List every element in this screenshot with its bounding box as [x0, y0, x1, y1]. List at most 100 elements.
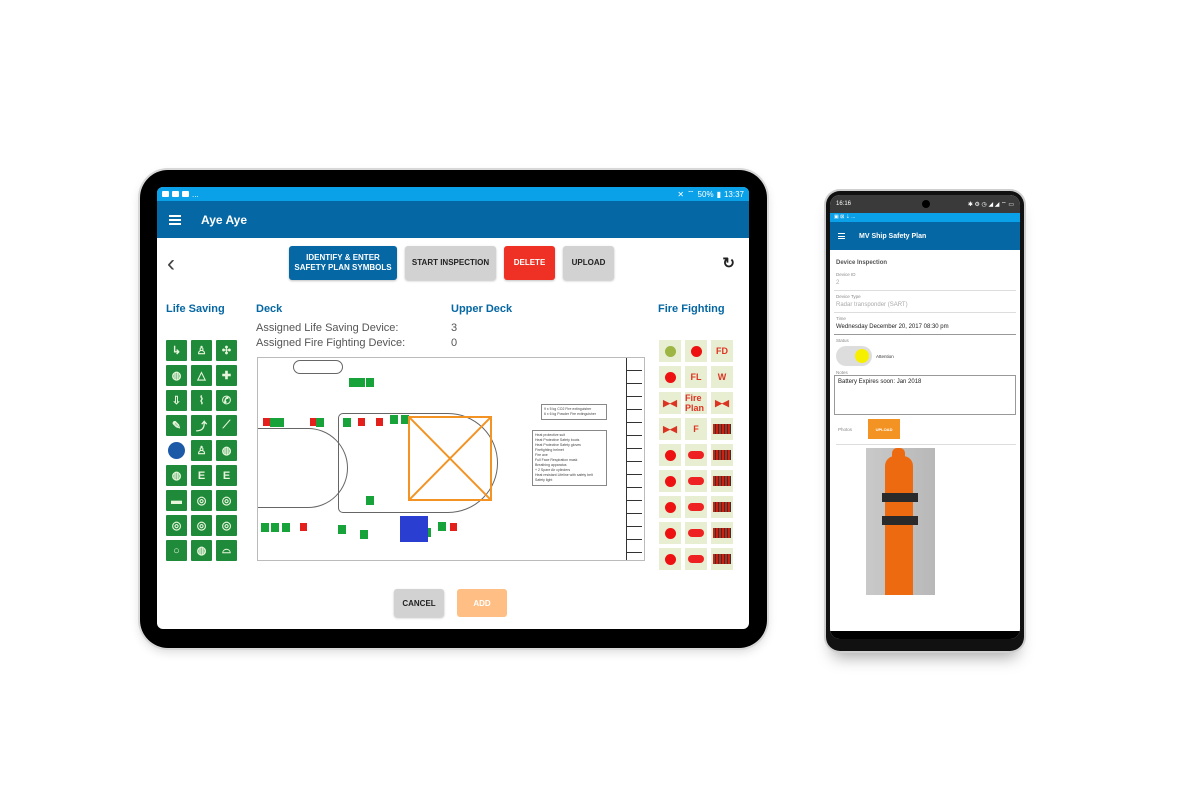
app-title: Aye Aye — [201, 212, 248, 227]
powder-wheeled-icon[interactable] — [685, 548, 707, 570]
lifebuoy-smoke-icon[interactable]: ◎ — [216, 490, 237, 511]
exit-e-right-icon[interactable]: E — [216, 465, 237, 486]
upload-button[interactable]: UPLOAD — [563, 246, 614, 280]
phone-app-bar: MV Ship Safety Plan — [830, 222, 1020, 250]
fire-detector-icon[interactable] — [659, 366, 681, 388]
time-field[interactable]: Wednesday December 20, 2017 08:30 pm — [834, 321, 1016, 335]
emergency-phone-icon[interactable]: ✆ — [216, 390, 237, 411]
upload-icon — [162, 191, 169, 197]
fire-plan-icon[interactable]: Fire Plan — [685, 392, 707, 414]
photos-label: Photos — [838, 426, 853, 432]
device-photo[interactable] — [866, 448, 935, 595]
nitrogen-battery-icon[interactable] — [711, 496, 733, 518]
device-type-field[interactable]: Radar transponder (SART) — [834, 299, 1016, 313]
selection-box[interactable] — [408, 416, 492, 501]
lifejacket-child-icon[interactable]: ◍ — [216, 440, 237, 461]
selected-device-marker[interactable] — [400, 516, 428, 542]
foam-extinguisher-icon[interactable] — [659, 470, 681, 492]
water-battery-icon[interactable] — [711, 548, 733, 570]
davit-liferaft-icon[interactable]: ⌓ — [216, 540, 237, 561]
liferaft-icon[interactable]: ▬ — [166, 490, 187, 511]
fire-fighting-heading: Fire Fighting — [658, 303, 725, 315]
water-valve-icon[interactable]: W — [711, 366, 733, 388]
lifejacket-alt-icon[interactable]: ◍ — [191, 540, 212, 561]
embarkation-ladder-icon[interactable]: ⇩ — [166, 390, 187, 411]
phone-notification-bar: ▣ ⊠ ⇣ ... — [830, 213, 1020, 222]
co2-battery-icon[interactable] — [711, 418, 733, 440]
nitrogen-extinguisher-icon[interactable] — [659, 522, 681, 544]
co2-extinguisher-icon[interactable] — [659, 444, 681, 466]
rescue-boat-icon[interactable]: △ — [191, 365, 212, 386]
halon-battery-icon[interactable] — [711, 470, 733, 492]
life-saving-palette: ↳ ♙ ✣ ◍ △ ✚ ⇩ ⌇ ✆ ✎ ⤴ ⟋ ♙ ◍ ◍ E E ▬ ◎ ◎ ◎ ◎ ◎ ○ ◍ ⌓ — [166, 340, 237, 582]
fire-alarm-icon[interactable] — [685, 340, 707, 362]
powder-battery-icon[interactable] — [711, 522, 733, 544]
refresh-icon[interactable]: ↻ — [722, 254, 735, 272]
start-inspection-button[interactable]: START INSPECTION — [405, 246, 496, 280]
extinguisher-note-line: 6 x 6 kg Powder Fire extinguisher — [544, 412, 596, 416]
lifejacket-icon[interactable]: ◍ — [166, 365, 187, 386]
identify-symbols-button[interactable]: IDENTIFY & ENTER SAFETY PLAN SYMBOLS — [289, 246, 397, 280]
nitrogen-wheeled-icon[interactable] — [685, 522, 707, 544]
cancel-button[interactable]: CANCEL — [394, 589, 444, 617]
equipment-note-line: Safety light — [535, 478, 553, 482]
sprinkler-icon[interactable]: ▶◀ — [659, 418, 681, 440]
assigned-life-saving-value: 3 — [451, 322, 458, 334]
fire-monitor-icon[interactable] — [659, 340, 681, 362]
line-throwing-icon[interactable]: ⤴ — [191, 415, 212, 436]
liferaft-launch-icon[interactable]: ↳ — [166, 340, 187, 361]
photo-upload-button[interactable]: UPLOAD — [868, 419, 901, 439]
lifejacket-large-icon[interactable]: ◍ — [166, 465, 187, 486]
epirb-icon[interactable] — [166, 440, 187, 461]
immersion-suit-icon[interactable]: ♙ — [191, 340, 212, 361]
exit-e-left-icon[interactable]: E — [191, 465, 212, 486]
distress-flare-icon[interactable]: ✎ — [166, 415, 187, 436]
assigned-life-saving-label: Assigned Life Saving Device: — [256, 322, 399, 334]
device-id-field[interactable]: 2 — [834, 277, 1016, 291]
lifebuoy-rescue-icon[interactable]: ◎ — [216, 515, 237, 536]
halon-wheeled-icon[interactable] — [685, 496, 707, 518]
tablet-device: ... ✕ ⌔ 50% ▮ 13:37 Aye Aye ‹ IDENTIFY &… — [140, 170, 767, 648]
muster-station-icon[interactable]: ✣ — [216, 340, 237, 361]
identify-line-1: IDENTIFY & ENTER — [306, 253, 380, 262]
lifebuoy-light-line-icon[interactable]: ◎ — [191, 515, 212, 536]
delete-button[interactable]: DELETE — [504, 246, 555, 280]
notes-textarea[interactable]: Battery Expires soon: Jan 2018 — [834, 375, 1016, 415]
life-saving-heading: Life Saving — [166, 303, 225, 315]
phone-nav-bar — [830, 631, 1020, 639]
chevron-left-icon[interactable]: ‹ — [167, 252, 175, 276]
fire-station-icon[interactable]: F — [685, 418, 707, 440]
foam-battery-icon[interactable] — [711, 444, 733, 466]
first-aid-icon[interactable]: ✚ — [216, 365, 237, 386]
fire-door-icon[interactable]: FD — [711, 340, 733, 362]
fire-pump-icon[interactable]: ▶◀ — [711, 392, 733, 414]
status-knob — [855, 349, 869, 363]
lifebuoy-icon[interactable]: ○ — [166, 540, 187, 561]
hamburger-icon[interactable] — [838, 233, 845, 239]
selection-x-icon — [409, 417, 491, 500]
deck-heading: Deck — [256, 303, 283, 315]
assigned-values: 3 0 — [451, 321, 457, 351]
phone-status-icons: ✱ ⚙ ◷ ◢ ◢ ⌔ ▭ — [967, 202, 1014, 208]
powder-extinguisher-icon[interactable] — [659, 548, 681, 570]
hull-outline-top — [293, 360, 343, 374]
survival-suit-icon[interactable]: ♙ — [191, 440, 212, 461]
phone-app-title: MV Ship Safety Plan — [859, 232, 927, 240]
valve-icon[interactable]: ▶◀ — [659, 392, 681, 414]
halon-extinguisher-icon[interactable] — [659, 496, 681, 518]
lifebuoy-light-icon[interactable]: ◎ — [191, 490, 212, 511]
status-toggle[interactable] — [836, 346, 872, 366]
assigned-fire-fighting-value: 0 — [451, 337, 458, 349]
lifebuoy-line-icon[interactable]: ◎ — [166, 515, 187, 536]
co2-wheeled-icon[interactable] — [685, 444, 707, 466]
embarkation-hose-icon[interactable]: ⌇ — [191, 390, 212, 411]
phone-status-bar: 16:16 ✱ ⚙ ◷ ◢ ◢ ⌔ ▭ — [830, 195, 1020, 213]
foam-wheeled-icon[interactable] — [685, 470, 707, 492]
fire-locker-icon[interactable]: FL — [685, 366, 707, 388]
hamburger-icon[interactable] — [169, 214, 181, 225]
upper-deck-heading: Upper Deck — [451, 303, 513, 315]
deck-plan[interactable]: 9 x 5 kg CO2 Fire extinguisher 6 x 6 kg P… — [257, 357, 645, 561]
add-button[interactable]: ADD — [457, 589, 507, 617]
evacuation-slide-icon[interactable]: ⟋ — [216, 415, 237, 436]
tablet-app-bar: Aye Aye — [157, 201, 749, 238]
